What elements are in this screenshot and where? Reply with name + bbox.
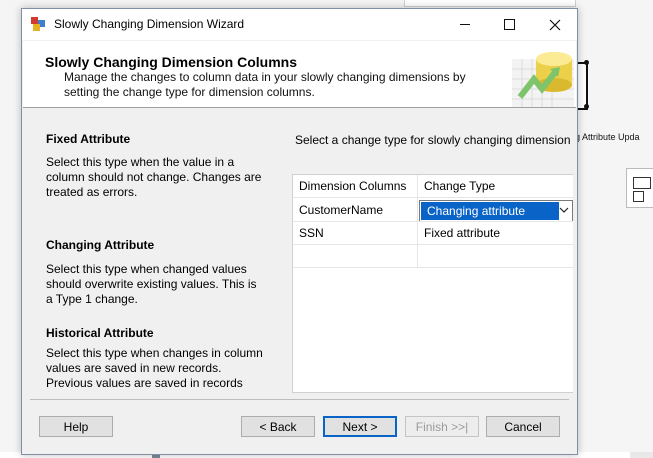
background-component-label: g Attribute Upda [575, 132, 640, 142]
cancel-button[interactable]: Cancel [486, 416, 560, 437]
title-bar[interactable]: Slowly Changing Dimension Wizard [22, 9, 577, 40]
minimize-icon [459, 24, 470, 25]
table-icon [626, 168, 653, 208]
wizard-dialog: Slowly Changing Dimension Wizard Slowly … [21, 8, 578, 455]
dialog-title: Slowly Changing Dimension Wizard [54, 17, 245, 31]
background-connector-dot [584, 104, 589, 109]
background-connector-dot [584, 60, 589, 65]
database-graphic-icon [512, 52, 574, 107]
maximize-button[interactable] [487, 9, 532, 40]
footer-divider [30, 399, 569, 400]
wizard-app-icon [31, 17, 47, 31]
row-ssn-column[interactable]: SSN [293, 222, 324, 244]
close-icon [549, 19, 560, 30]
minimize-button[interactable] [442, 9, 487, 40]
help-button[interactable]: Help [39, 416, 113, 437]
grid-row-divider [293, 267, 573, 268]
fixed-attribute-heading: Fixed Attribute [46, 132, 131, 146]
fixed-attribute-text: Select this type when the value in a col… [46, 155, 262, 199]
close-button[interactable] [532, 9, 577, 40]
change-type-prompt: Select a change type for slowly changing… [295, 133, 571, 147]
maximize-icon [504, 19, 515, 30]
change-type-selected-value[interactable]: Changing attribute [421, 202, 559, 220]
finish-button[interactable]: Finish >>| [405, 416, 479, 437]
dimension-columns-grid[interactable]: Dimension Columns Change Type CustomerNa… [292, 174, 573, 393]
column-header-change-type[interactable]: Change Type [418, 175, 495, 197]
changing-attribute-heading: Changing Attribute [46, 238, 155, 252]
changing-attribute-text: Select this type when changed values sho… [46, 262, 257, 306]
historical-attribute-text: Select this type when changes in column … [46, 346, 263, 390]
next-button[interactable]: Next > [323, 416, 397, 437]
historical-attribute-heading: Historical Attribute [46, 326, 154, 340]
page-description: Manage the changes to column data in you… [64, 70, 466, 99]
wizard-header: Slowly Changing Dimension Columns Manage… [23, 41, 576, 108]
change-type-dropdown[interactable]: Changing attribute [419, 200, 573, 222]
chevron-down-icon[interactable] [558, 204, 570, 216]
column-header-dimension-columns[interactable]: Dimension Columns [293, 175, 406, 197]
row-ssn-change-type[interactable]: Fixed attribute [418, 222, 500, 244]
page-title: Slowly Changing Dimension Columns [45, 54, 298, 70]
back-button[interactable]: < Back [241, 416, 315, 437]
background-component-box [404, 0, 576, 7]
row-customername-column[interactable]: CustomerName [293, 199, 383, 221]
grid-row-divider [293, 244, 573, 245]
